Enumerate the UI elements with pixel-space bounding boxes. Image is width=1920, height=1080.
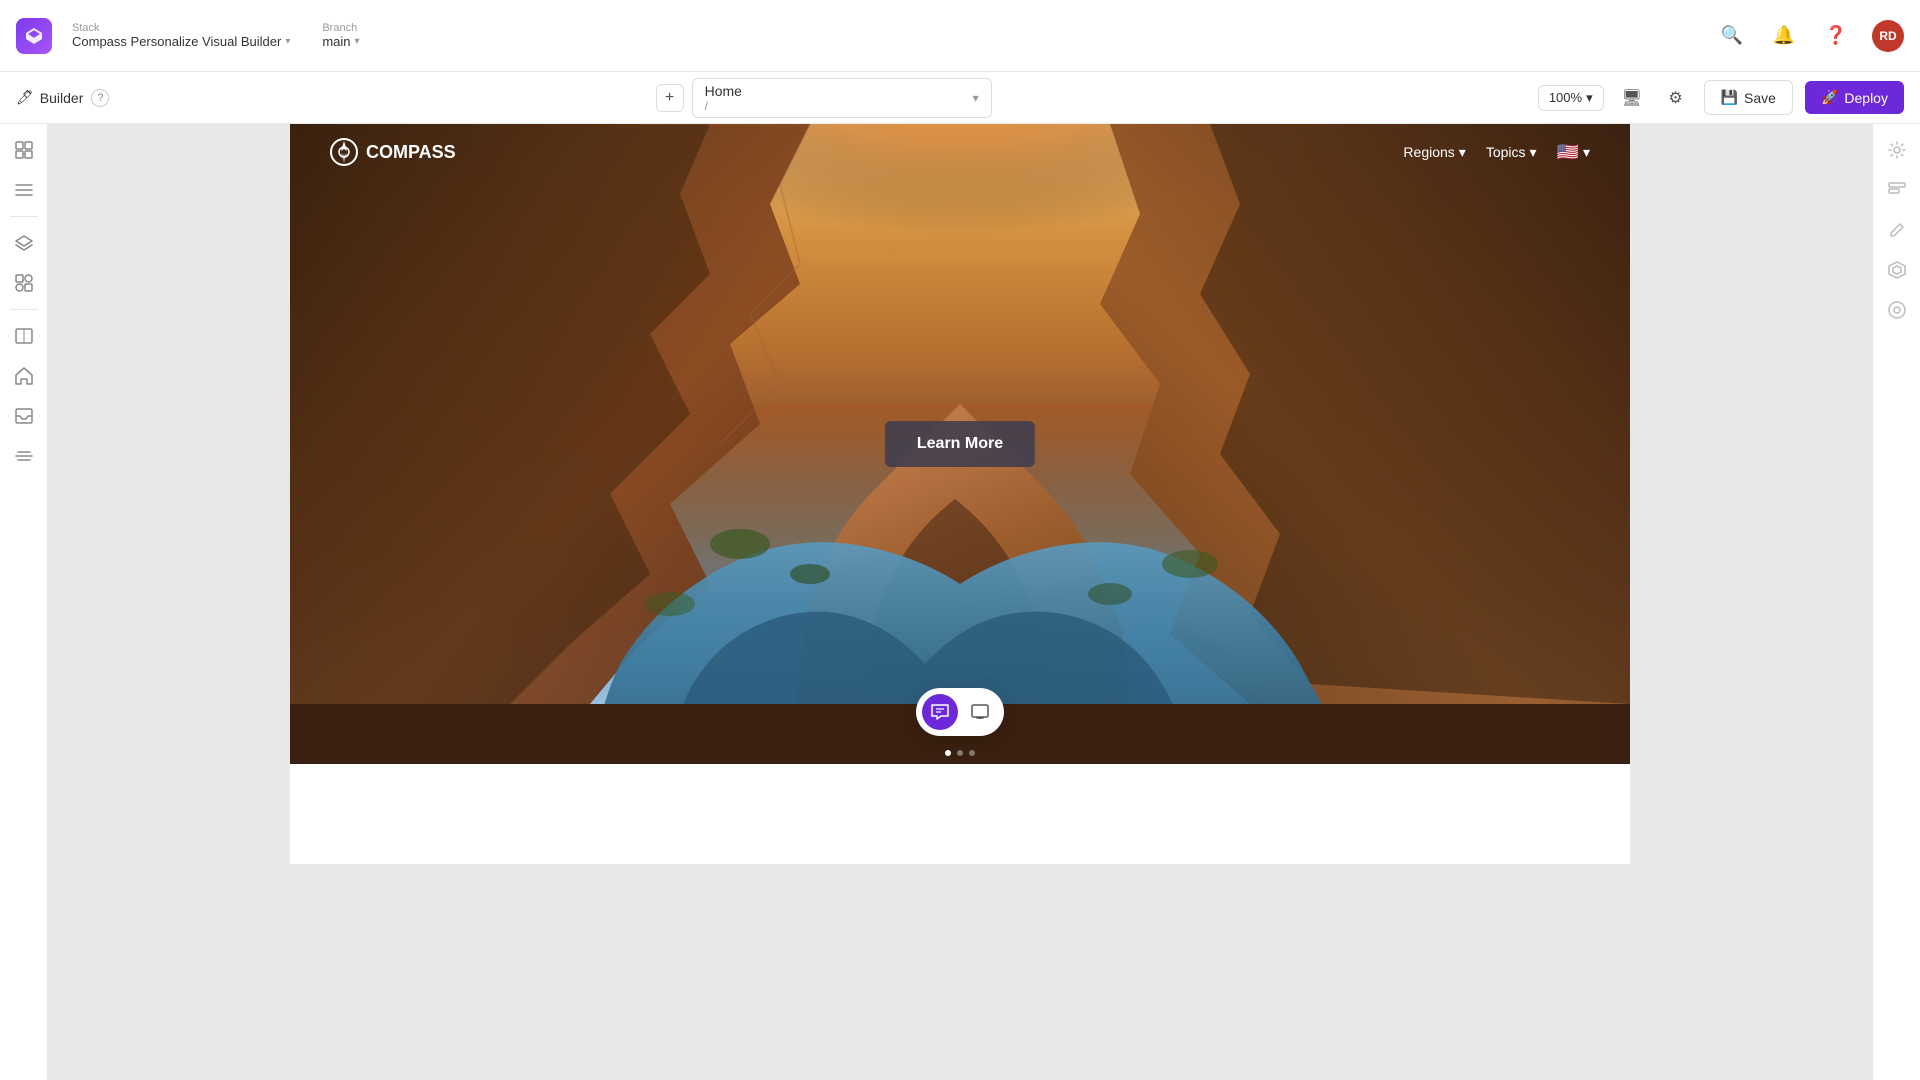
topics-chevron-icon: ▾ (1530, 144, 1537, 161)
right-panel-settings[interactable] (1879, 132, 1915, 168)
top-header: Stack Compass Personalize Visual Builder… (0, 0, 1920, 72)
branch-value[interactable]: main ▾ (322, 34, 359, 49)
sidebar-item-inbox[interactable] (6, 398, 42, 434)
zoom-chevron-icon: ▾ (1586, 90, 1593, 106)
sidebar-item-home[interactable] (6, 358, 42, 394)
right-panel-content[interactable] (1879, 172, 1915, 208)
builder-toolbar: 🖊 Builder ? + Home / ▾ 100% ▾ 🖥 ⚙ 💾 Save… (0, 72, 1920, 124)
stack-label: Stack (72, 22, 290, 34)
website-preview: COMPASS Regions ▾ Topics ▾ 🇺🇸 (290, 124, 1630, 864)
page-chevron-icon: ▾ (973, 91, 979, 105)
page-selector[interactable]: Home / ▾ (692, 78, 992, 118)
search-button[interactable]: 🔍 (1716, 20, 1748, 52)
save-icon: 💾 (1721, 89, 1738, 106)
sidebar-divider-1 (10, 216, 38, 217)
sidebar-item-responsive[interactable] (6, 318, 42, 354)
sidebar-divider-2 (10, 309, 38, 310)
scroll-dot-2 (957, 750, 963, 756)
nav-topics[interactable]: Topics ▾ (1486, 144, 1537, 161)
builder-help-button[interactable]: ? (91, 89, 109, 107)
deploy-button[interactable]: 🚀 Deploy (1805, 81, 1904, 114)
regions-chevron-icon: ▾ (1459, 144, 1466, 161)
nav-language[interactable]: 🇺🇸 ▾ (1557, 142, 1590, 163)
sidebar-item-tools[interactable] (6, 438, 42, 474)
right-panel-edit[interactable] (1879, 212, 1915, 248)
right-panel-variables[interactable] (1879, 292, 1915, 328)
save-button[interactable]: 💾 Save (1704, 80, 1793, 115)
zoom-control[interactable]: 100% ▾ (1538, 85, 1604, 111)
deploy-label: Deploy (1844, 90, 1888, 106)
stack-branch-info: Stack Compass Personalize Visual Builder… (72, 22, 360, 49)
builder-right: 100% ▾ 🖥 ⚙ 💾 Save 🚀 Deploy (1538, 80, 1904, 115)
settings-button[interactable]: ⚙ (1660, 82, 1692, 114)
header-left: Stack Compass Personalize Visual Builder… (16, 18, 360, 54)
builder-text: Builder (40, 90, 84, 106)
zoom-value: 100% (1549, 90, 1582, 105)
sidebar-item-grid[interactable] (6, 132, 42, 168)
branch-chevron-icon: ▾ (355, 36, 360, 47)
sidebar-item-components[interactable] (6, 265, 42, 301)
site-logo-text: COMPASS (366, 142, 456, 163)
save-label: Save (1744, 90, 1776, 106)
stack-chevron-icon: ▾ (285, 36, 290, 47)
stack-info: Stack Compass Personalize Visual Builder… (72, 22, 290, 49)
add-page-button[interactable]: + (656, 84, 684, 112)
builder-left: 🖊 Builder ? (16, 89, 109, 107)
builder-mode-label: 🖊 Builder (16, 89, 83, 106)
sidebar-item-layers[interactable] (6, 225, 42, 261)
nav-regions[interactable]: Regions ▾ (1403, 144, 1465, 161)
bottom-floating-toolbar (916, 688, 1004, 736)
app-logo[interactable] (16, 18, 52, 54)
language-chevron-icon: ▾ (1583, 144, 1590, 161)
scroll-dots (945, 750, 975, 756)
comment-tool-button[interactable] (922, 694, 958, 730)
learn-more-button[interactable]: Learn More (885, 421, 1035, 467)
hero-section: COMPASS Regions ▾ Topics ▾ 🇺🇸 (290, 124, 1630, 764)
branch-info: Branch main ▾ (322, 22, 359, 49)
canvas-scroll: COMPASS Regions ▾ Topics ▾ 🇺🇸 (48, 124, 1872, 864)
left-sidebar (0, 124, 48, 1080)
site-navbar: COMPASS Regions ▾ Topics ▾ 🇺🇸 (290, 124, 1630, 180)
builder-icon: 🖊 (16, 89, 34, 106)
user-avatar[interactable]: RD (1872, 20, 1904, 52)
site-logo: COMPASS (330, 138, 456, 166)
desktop-preview-button[interactable]: 🖥 (1616, 82, 1648, 114)
notifications-button[interactable]: 🔔 (1768, 20, 1800, 52)
right-panel-components[interactable] (1879, 252, 1915, 288)
flag-icon: 🇺🇸 (1557, 142, 1579, 163)
stack-value[interactable]: Compass Personalize Visual Builder ▾ (72, 34, 290, 49)
compass-logo-icon (330, 138, 358, 166)
site-nav-right: Regions ▾ Topics ▾ 🇺🇸 ▾ (1403, 142, 1590, 163)
help-button[interactable]: ❓ (1820, 20, 1852, 52)
scroll-dot-1 (945, 750, 951, 756)
builder-center: + Home / ▾ (656, 78, 992, 118)
canvas-area: COMPASS Regions ▾ Topics ▾ 🇺🇸 (48, 124, 1872, 1080)
deploy-icon: 🚀 (1821, 89, 1838, 106)
right-sidebar (1872, 124, 1920, 1080)
header-right: 🔍 🔔 ❓ RD (1716, 20, 1904, 52)
sidebar-item-list[interactable] (6, 172, 42, 208)
page-path: / (705, 99, 742, 113)
branch-label: Branch (322, 22, 359, 34)
scroll-dot-3 (969, 750, 975, 756)
preview-tool-button[interactable] (962, 694, 998, 730)
page-name: Home (705, 83, 742, 99)
